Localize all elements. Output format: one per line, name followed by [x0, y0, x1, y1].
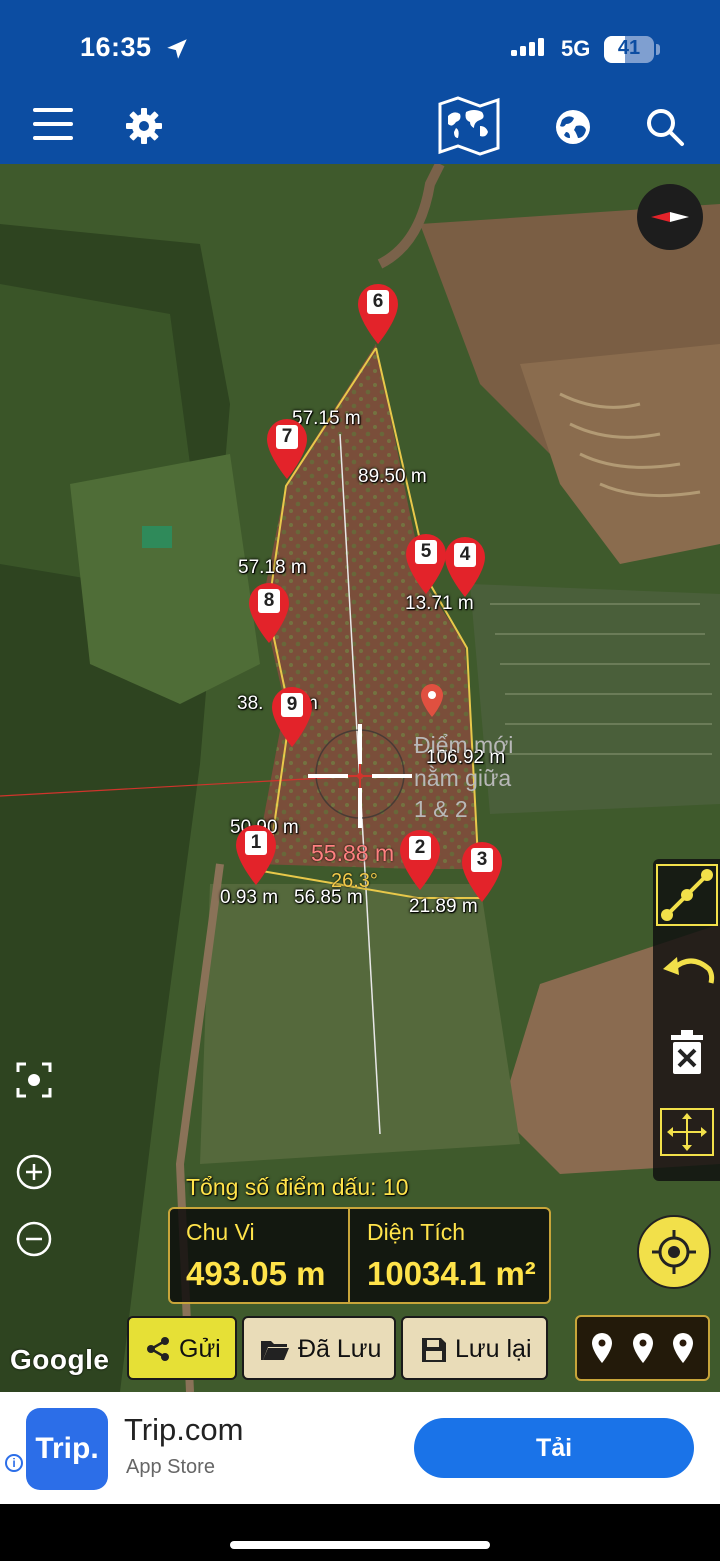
signal-icon	[511, 38, 544, 56]
ad-app-logo: Trip.	[26, 1408, 108, 1490]
marker-number: 6	[367, 290, 389, 314]
map-marker-5[interactable]: 5	[405, 533, 447, 595]
map-marker-7[interactable]: 7	[266, 418, 308, 480]
battery-icon: 41	[604, 36, 654, 63]
trash-icon[interactable]	[655, 1021, 719, 1085]
total-points-label: Tổng số điểm dấu:	[186, 1174, 377, 1200]
new-point-hint-line: nằm giữa	[414, 765, 512, 791]
folder-icon	[261, 1341, 289, 1360]
perimeter-label: Chu Vi	[186, 1219, 255, 1245]
marker-number: 4	[454, 543, 476, 567]
battery-cap	[656, 44, 660, 55]
ad-banner[interactable]: i Trip. Trip.com App Store Tải	[0, 1392, 720, 1504]
send-label: Gửi	[179, 1335, 221, 1363]
satellite-map[interactable]: 57.15 m 89.50 m 57.18 m 13.71 m 38. m 10…	[0, 164, 720, 1392]
battery-level: 41	[617, 37, 641, 59]
map-marker-1[interactable]: 1	[235, 824, 277, 886]
status-time: 16:35	[80, 32, 152, 62]
marker-number: 8	[258, 589, 280, 613]
ad-install-button[interactable]: Tải	[414, 1418, 694, 1478]
markers-toggle-button[interactable]	[575, 1315, 710, 1381]
segment-label: 0.93 m	[220, 887, 279, 908]
share-icon	[147, 1337, 169, 1361]
search-icon[interactable]	[644, 106, 686, 148]
save-button[interactable]: Lưu lại	[401, 1316, 548, 1380]
world-map-icon[interactable]	[436, 96, 502, 156]
marker-number: 2	[409, 836, 431, 860]
side-toolbar	[653, 859, 720, 1181]
zoom-out-icon[interactable]	[14, 1219, 54, 1259]
area-section: Diện Tích 10034.1 m²	[351, 1209, 551, 1302]
marker-number: 5	[415, 540, 437, 564]
area-value: 10034.1 m²	[367, 1255, 536, 1292]
map-marker-6[interactable]: 6	[357, 283, 399, 345]
compass-icon	[651, 212, 689, 222]
fit-bounds-icon[interactable]	[655, 1101, 719, 1165]
ad-subtitle: App Store	[126, 1456, 215, 1478]
google-attribution: Google	[10, 1344, 110, 1375]
marker-number: 3	[471, 848, 493, 872]
undo-icon[interactable]	[655, 943, 719, 1007]
hamburger-menu-icon[interactable]	[30, 106, 76, 146]
marker-number: 7	[276, 425, 298, 449]
ad-info-icon[interactable]: i	[5, 1454, 23, 1472]
new-point-hint-line: 1 & 2	[414, 796, 468, 822]
total-points-value: 10	[382, 1174, 409, 1200]
saved-button[interactable]: Đã Lưu	[242, 1316, 396, 1380]
new-point-hint-line: Điểm mới	[414, 732, 514, 758]
perimeter-value: 493.05 m	[186, 1255, 326, 1292]
home-indicator[interactable]	[230, 1541, 490, 1549]
live-distance: 55.88 m	[311, 840, 395, 866]
crosshair-target-icon	[652, 1230, 696, 1274]
floppy-disk-icon	[422, 1338, 446, 1362]
zoom-in-icon[interactable]	[14, 1152, 54, 1192]
total-points: Tổng số điểm dấu: 10	[186, 1174, 409, 1201]
segment-label: 57.18 m	[238, 557, 307, 578]
segment-label: 38.	[237, 693, 264, 714]
map-pins-icon	[592, 1333, 693, 1363]
map-marker-8[interactable]: 8	[248, 582, 290, 644]
home-indicator-area	[0, 1504, 720, 1561]
map-marker-9[interactable]: 9	[271, 686, 313, 748]
polyline-tool-icon[interactable]	[655, 863, 719, 927]
globe-icon[interactable]	[552, 106, 594, 148]
compass-button[interactable]	[637, 184, 703, 250]
gear-icon[interactable]	[124, 106, 164, 146]
segment-label: 89.50 m	[358, 466, 427, 487]
map-marker-3[interactable]: 3	[461, 841, 503, 903]
live-angle: 26.3°	[331, 870, 378, 892]
marker-number: 9	[281, 693, 303, 717]
perimeter-section: Chu Vi 493.05 m	[170, 1209, 350, 1302]
location-arrow-icon	[167, 39, 187, 59]
measurement-panel: Chu Vi 493.05 m Diện Tích 10034.1 m²	[168, 1207, 551, 1304]
ad-title: Trip.com	[124, 1412, 244, 1447]
save-label: Lưu lại	[455, 1335, 532, 1363]
send-button[interactable]: Gửi	[127, 1316, 237, 1380]
network-type: 5G	[561, 36, 591, 61]
saved-label: Đã Lưu	[298, 1335, 382, 1363]
my-location-button[interactable]	[637, 1215, 711, 1289]
marker-number: 1	[245, 831, 267, 855]
area-label: Diện Tích	[367, 1219, 466, 1245]
map-marker-4[interactable]: 4	[444, 536, 486, 598]
app-header: 16:35 5G 41	[0, 0, 720, 164]
map-marker-2[interactable]: 2	[399, 829, 441, 891]
focus-icon[interactable]	[14, 1060, 54, 1100]
